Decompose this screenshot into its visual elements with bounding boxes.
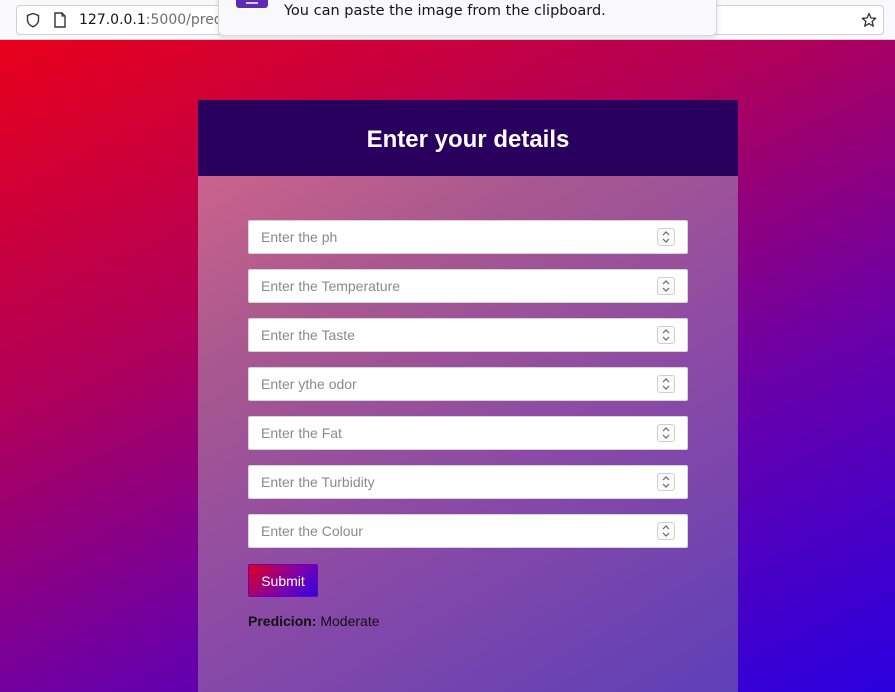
temperature-field[interactable] — [248, 269, 688, 303]
chevron-up-icon[interactable] — [662, 378, 670, 383]
prediction-value: Moderate — [320, 613, 380, 629]
colour-stepper[interactable] — [657, 522, 675, 540]
odor-stepper[interactable] — [657, 375, 675, 393]
chevron-up-icon[interactable] — [662, 329, 670, 334]
url-path: :5000/pred — [145, 12, 223, 28]
odor-input[interactable] — [249, 368, 649, 400]
form-header: Enter your details — [198, 100, 738, 176]
chevron-down-icon[interactable] — [662, 434, 670, 439]
page-background: Enter your details Enter the ph Enter th… — [0, 40, 895, 692]
fat-stepper[interactable] — [657, 424, 675, 442]
url-host: 127.0.0.1 — [79, 12, 146, 28]
form-title: Enter your details — [366, 126, 570, 153]
chevron-up-icon[interactable] — [662, 231, 670, 236]
taste-input[interactable] — [249, 319, 649, 351]
turbidity-input[interactable] — [249, 466, 649, 498]
page-icon[interactable] — [53, 12, 67, 28]
turbidity-field[interactable] — [248, 465, 688, 499]
prediction-label: Predicion: — [248, 613, 317, 629]
details-form-card: Enter your details Enter the ph Enter th… — [198, 100, 738, 692]
notification-text: You can paste the image from the clipboa… — [284, 3, 606, 19]
app-icon — [236, 0, 268, 8]
bookmark-star-icon[interactable] — [861, 12, 877, 28]
chevron-down-icon[interactable] — [662, 385, 670, 390]
submit-button[interactable]: Submit — [248, 564, 318, 597]
chevron-up-icon[interactable] — [662, 476, 670, 481]
turbidity-stepper[interactable] — [657, 473, 675, 491]
odor-field[interactable] — [248, 367, 688, 401]
chevron-up-icon[interactable] — [662, 427, 670, 432]
ph-field[interactable] — [248, 220, 688, 254]
taste-stepper[interactable] — [657, 326, 675, 344]
ph-stepper[interactable] — [657, 228, 675, 246]
temperature-stepper[interactable] — [657, 277, 675, 295]
chevron-down-icon[interactable] — [662, 532, 670, 537]
colour-field[interactable] — [248, 514, 688, 548]
url-text[interactable]: 127.0.0.1:5000/pred — [79, 12, 223, 28]
shield-icon[interactable] — [25, 12, 41, 28]
ph-input[interactable] — [249, 221, 649, 253]
chevron-up-icon[interactable] — [662, 525, 670, 530]
temperature-input[interactable] — [249, 270, 649, 302]
chevron-down-icon[interactable] — [662, 483, 670, 488]
chevron-up-icon[interactable] — [662, 280, 670, 285]
taste-field[interactable] — [248, 318, 688, 352]
fat-field[interactable] — [248, 416, 688, 450]
prediction-result: Predicion: Moderate — [248, 613, 380, 629]
chevron-down-icon[interactable] — [662, 238, 670, 243]
fat-input[interactable] — [249, 417, 649, 449]
clipboard-notification: You can paste the image from the clipboa… — [218, 0, 717, 36]
chevron-down-icon[interactable] — [662, 287, 670, 292]
colour-input[interactable] — [249, 515, 649, 547]
chevron-down-icon[interactable] — [662, 336, 670, 341]
